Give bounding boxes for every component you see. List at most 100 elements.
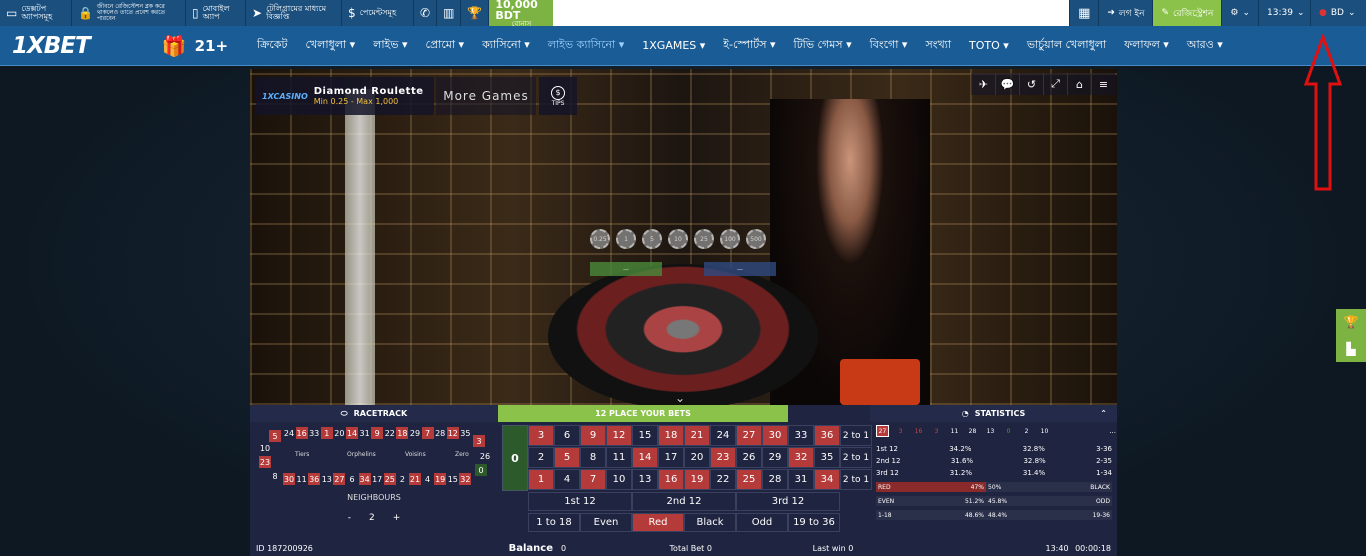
bet-number[interactable]: 27 xyxy=(736,425,762,446)
racetrack-number[interactable]: 25 xyxy=(383,473,396,485)
racetrack-number[interactable]: 35 xyxy=(459,427,471,439)
nav-item[interactable]: ক্রিকেট xyxy=(248,36,296,55)
bet-number[interactable]: 16 xyxy=(658,469,684,490)
racetrack-number[interactable]: 30 xyxy=(283,473,295,485)
bet-number[interactable]: 9 xyxy=(580,425,606,446)
statistics-header[interactable]: ◔ STATISTICS ⌃ xyxy=(870,405,1117,422)
racetrack-number[interactable]: 26 xyxy=(479,450,491,462)
racetrack-section[interactable]: Tiers xyxy=(295,451,309,458)
racetrack-number[interactable]: 10 xyxy=(259,442,271,454)
nav-item[interactable]: সংখ্যা xyxy=(916,36,960,55)
bet-outside[interactable]: 19 to 36 xyxy=(788,513,840,532)
nav-item[interactable]: খেলাধুলা ▾ xyxy=(297,36,365,55)
nav-item[interactable]: ফলাফল ▾ xyxy=(1115,36,1178,55)
bet-number[interactable]: 14 xyxy=(632,447,658,468)
racetrack-number[interactable]: 2 xyxy=(396,473,408,485)
register-button[interactable]: ✎ রেজিস্ট্রেশন xyxy=(1152,0,1222,26)
chevron-down-icon[interactable]: ⌄ xyxy=(675,391,685,405)
bet-number[interactable]: 7 xyxy=(580,469,606,490)
racetrack-number[interactable]: 19 xyxy=(434,473,447,485)
menu-icon[interactable]: ≡ xyxy=(1091,73,1115,95)
racetrack-number[interactable]: 12 xyxy=(446,427,459,439)
nav-item[interactable]: ভার্চুয়াল খেলাধুলা xyxy=(1018,36,1115,55)
neighbours-plus[interactable]: + xyxy=(393,513,401,523)
nav-item[interactable]: টিভি গেমস ▾ xyxy=(785,36,861,55)
bet-dozen[interactable]: 1st 12 xyxy=(528,492,632,511)
phone-button[interactable]: ✆ xyxy=(414,0,438,26)
racetrack-number[interactable]: 27 xyxy=(333,473,346,485)
bet-number[interactable]: 4 xyxy=(554,469,580,490)
bet-number[interactable]: 28 xyxy=(762,469,788,490)
chevron-up-icon[interactable]: ⌃ xyxy=(1100,409,1107,418)
game-info[interactable]: 1XCASINO Diamond Roulette Min 0.25 - Max … xyxy=(256,77,434,115)
racetrack-number[interactable]: 4 xyxy=(422,473,434,485)
racetrack-number[interactable]: 32 xyxy=(459,473,472,485)
racetrack-number[interactable]: 5 xyxy=(269,430,281,442)
chat-icon[interactable]: 💬 xyxy=(995,73,1019,95)
chip[interactable]: 25 xyxy=(694,229,714,249)
bet-number[interactable]: 25 xyxy=(736,469,762,490)
racetrack-number[interactable]: 16 xyxy=(295,427,308,439)
undo-button[interactable]: — xyxy=(590,262,662,276)
bet-dozen[interactable]: 3rd 12 xyxy=(736,492,840,511)
racetrack-number[interactable]: 21 xyxy=(409,473,421,485)
racetrack-number[interactable]: 11 xyxy=(296,473,308,485)
more-games-button[interactable]: More Games xyxy=(436,77,536,115)
home-icon[interactable]: ⌂ xyxy=(1067,73,1091,95)
nav-item[interactable]: আরও ▾ xyxy=(1178,36,1232,55)
bet-number[interactable]: 6 xyxy=(554,425,580,446)
bet-number[interactable]: 5 xyxy=(554,447,580,468)
neighbours-minus[interactable]: - xyxy=(348,513,351,523)
nav-item[interactable]: লাইভ ▾ xyxy=(364,36,416,55)
bet-column[interactable]: 2 to 1 xyxy=(840,447,872,468)
bet-number[interactable]: 22 xyxy=(710,469,736,490)
bet-number[interactable]: 30 xyxy=(762,425,788,446)
bet-zero[interactable]: 0 xyxy=(502,425,528,491)
bet-number[interactable]: 13 xyxy=(632,469,658,490)
trophy-icon[interactable]: 🏆 xyxy=(1344,315,1359,329)
racetrack-section[interactable]: Voisins xyxy=(405,451,426,458)
racetrack-section[interactable]: Zero xyxy=(455,451,469,458)
bet-number[interactable]: 24 xyxy=(710,425,736,446)
gift-icon[interactable]: 🎁 xyxy=(162,34,187,58)
bet-number[interactable]: 31 xyxy=(788,469,814,490)
bet-number[interactable]: 3 xyxy=(528,425,554,446)
mobile-app[interactable]: ▯ মোবাইল অ্যাপ xyxy=(186,0,246,26)
racetrack-number[interactable]: 24 xyxy=(283,427,295,439)
payments[interactable]: $ পেমেন্টসমূহ xyxy=(342,0,414,26)
racetrack-number[interactable]: 23 xyxy=(259,456,271,468)
bet-number[interactable]: 20 xyxy=(684,447,710,468)
history-icon[interactable]: ↺ xyxy=(1019,73,1043,95)
nav-item[interactable]: TOTO ▾ xyxy=(960,39,1018,52)
language-select[interactable]: ● BD ⌄ xyxy=(1310,0,1366,26)
more-button[interactable]: ... xyxy=(1109,427,1116,435)
chip[interactable]: 0.25 xyxy=(590,229,610,249)
racetrack-number[interactable]: 0 xyxy=(475,464,487,476)
racetrack-number[interactable]: 34 xyxy=(358,473,371,485)
bet-outside[interactable]: Black xyxy=(684,513,736,532)
bet-number[interactable]: 19 xyxy=(684,469,710,490)
qr-button[interactable]: ▦ xyxy=(1069,0,1098,26)
bet-column[interactable]: 2 to 1 xyxy=(840,469,872,490)
racetrack-number[interactable]: 29 xyxy=(409,427,421,439)
lock-info[interactable]: 🔒 জীবনে রেজিস্টেশন ব্লক করে থাকলেও তাতে প… xyxy=(72,0,186,26)
bet-outside[interactable]: Even xyxy=(580,513,632,532)
racetrack-number[interactable]: 8 xyxy=(269,470,281,482)
bet-outside[interactable]: 1 to 18 xyxy=(528,513,580,532)
chip[interactable]: 500 xyxy=(746,229,766,249)
nav-item[interactable]: বিংগো ▾ xyxy=(861,36,917,55)
racetrack-number[interactable]: 33 xyxy=(308,427,320,439)
bet-number[interactable]: 29 xyxy=(762,447,788,468)
bet-number[interactable]: 26 xyxy=(736,447,762,468)
bet-number[interactable]: 33 xyxy=(788,425,814,446)
trophy-button[interactable]: 🏆 xyxy=(461,0,490,26)
racetrack-number[interactable]: 9 xyxy=(371,427,384,439)
bonus-button[interactable]: 10,000 BDT বোনাস xyxy=(489,0,554,27)
nav-item[interactable]: 1XGAMES ▾ xyxy=(633,39,714,52)
fullscreen-icon[interactable]: ⤢ xyxy=(1043,73,1067,95)
nav-item[interactable]: ই-স্পোর্টস ▾ xyxy=(714,36,784,55)
bet-column[interactable]: 2 to 1 xyxy=(840,425,872,446)
bet-number[interactable]: 12 xyxy=(606,425,632,446)
racetrack-number[interactable]: 1 xyxy=(320,427,333,439)
bet-number[interactable]: 2 xyxy=(528,447,554,468)
